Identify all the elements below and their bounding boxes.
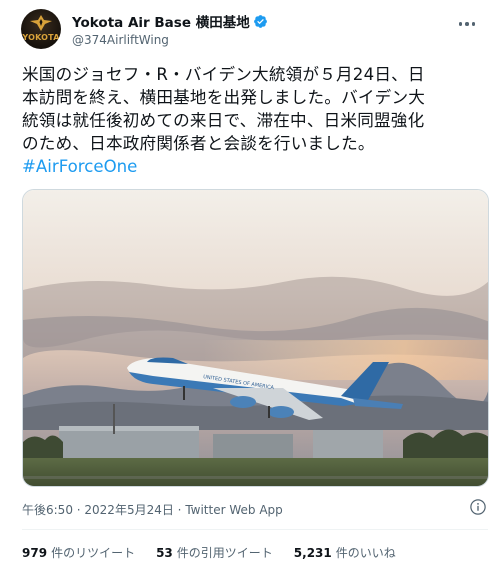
tweet-text: 米国のジョセフ・R・バイデン大統領が５月24日、日 本訪問を終え、横田基地を出発… xyxy=(22,63,484,155)
tweet-text-line: 本訪問を終え、横田基地を出発しました。バイデン大 xyxy=(22,88,426,107)
tweet-source[interactable]: Twitter Web App xyxy=(185,503,282,517)
user-handle[interactable]: @374AirliftWing xyxy=(72,33,268,47)
tweet-text-line: のため、日本政府関係者と会談を行いました。 xyxy=(22,134,375,153)
verified-badge-icon xyxy=(253,14,267,28)
tweet-meta: 午後6:50 · 2022年5月24日 · Twitter Web App xyxy=(22,501,283,518)
divider xyxy=(22,529,488,530)
display-name[interactable]: Yokota Air Base 横田基地 xyxy=(72,11,250,31)
tweet-text-line: 統領は就任後初めての来日で、滞在中、日米同盟強化 xyxy=(22,111,425,130)
retweet-label: 件のリツイート xyxy=(51,546,136,560)
user-info: Yokota Air Base 横田基地 @374AirliftWing xyxy=(72,12,268,47)
info-icon[interactable] xyxy=(469,498,487,516)
tweet-date[interactable]: 2022年5月24日 xyxy=(84,503,173,517)
quote-tweets-stat[interactable]: 53 件の引用ツイート xyxy=(156,544,273,561)
avatar[interactable]: YOKOTA xyxy=(21,9,61,49)
meta-separator: · xyxy=(173,503,186,517)
tweet-card: YOKOTA Yokota Air Base 横田基地 @374AirliftW… xyxy=(0,0,500,568)
quote-label: 件の引用ツイート xyxy=(176,546,273,560)
quote-count: 53 xyxy=(156,546,173,560)
name-row: Yokota Air Base 横田基地 xyxy=(72,11,268,31)
hashtag-link[interactable]: #AirForceOne xyxy=(22,155,137,178)
retweet-count: 979 xyxy=(22,546,48,560)
more-options-button[interactable] xyxy=(454,14,480,34)
more-options-icon xyxy=(458,22,463,26)
tweet-text-line: 米国のジョセフ・R・バイデン大統領が５月24日、日 xyxy=(22,65,425,84)
air-force-one-photo: UNITED STATES OF AMERICA xyxy=(23,190,488,486)
more-options-dot xyxy=(471,22,476,26)
retweets-stat[interactable]: 979 件のリツイート xyxy=(22,544,135,561)
likes-stat[interactable]: 5,231 件のいいね xyxy=(294,544,396,561)
tweet-photo[interactable]: UNITED STATES OF AMERICA xyxy=(22,189,489,487)
like-label: 件のいいね xyxy=(335,546,396,560)
tweet-stats: 979 件のリツイート 53 件の引用ツイート 5,231 件のいいね xyxy=(22,544,417,561)
tweet-time[interactable]: 午後6:50 xyxy=(22,503,73,517)
more-options-dot xyxy=(465,22,469,26)
wing-emblem-icon xyxy=(30,15,52,31)
avatar-label: YOKOTA xyxy=(22,33,60,42)
like-count: 5,231 xyxy=(293,546,332,560)
meta-separator: · xyxy=(72,503,85,517)
